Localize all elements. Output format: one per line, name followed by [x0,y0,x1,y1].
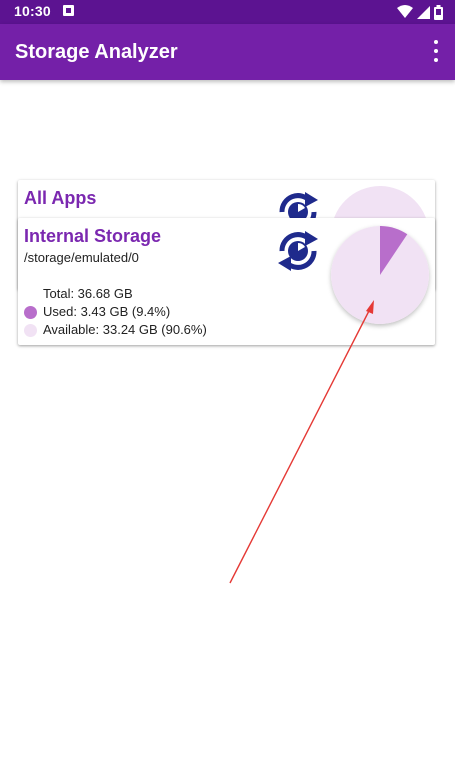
total-row: Total: 36.68 GB [24,285,207,303]
annotation-arrow [229,300,374,584]
available-label: Available: 33.24 GB (90.6%) [43,322,207,337]
available-legend-dot [24,323,37,337]
total-label: Total: 36.68 GB [43,286,133,301]
status-time: 10:30 [14,3,51,19]
app-bar: Storage Analyzer [0,24,455,80]
signal-icon [417,5,430,19]
storage-path: /storage/emulated/0 [24,250,139,265]
notification-icon [63,5,74,16]
internal-storage-pie-chart [331,226,429,324]
card-title: All Apps [24,188,97,208]
refresh-storage-icon[interactable] [274,227,322,275]
card-title: Internal Storage [24,226,162,246]
used-row: Used: 3.43 GB (9.4%) [24,303,207,321]
available-row: Available: 33.24 GB (90.6%) [24,321,207,339]
used-legend-dot [24,305,37,319]
status-icons [397,4,443,20]
app-title: Storage Analyzer [15,41,178,63]
internal-storage-card[interactable]: Internal Storage /storage/emulated/0 Tot… [18,218,435,345]
battery-icon [434,4,443,20]
storage-stats: Total: 36.68 GB Used: 3.43 GB (9.4%) Ava… [24,285,207,339]
more-vert-icon[interactable] [431,40,441,62]
status-bar: 10:30 [0,0,455,24]
wifi-icon [397,5,413,18]
used-label: Used: 3.43 GB (9.4%) [43,304,171,319]
